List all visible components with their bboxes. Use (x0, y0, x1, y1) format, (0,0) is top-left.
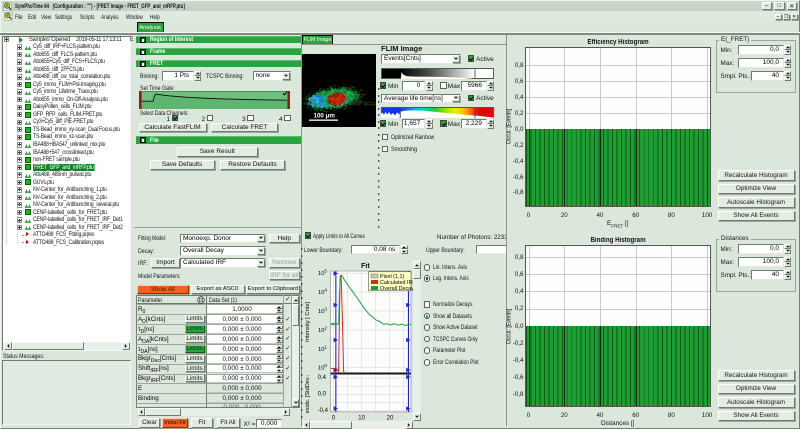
svg-text:3: 3 (325, 307, 328, 312)
svg-text:5: 5 (325, 269, 328, 274)
svg-text:100 μm: 100 μm (314, 112, 336, 119)
svg-text:4: 4 (325, 288, 328, 293)
svg-text:Intensity [ Cnts]: Intensity [ Cnts] (305, 302, 311, 342)
svg-text:0,0: 0,0 (318, 391, 327, 397)
svg-text:1: 1 (325, 344, 328, 349)
svg-text:2: 2 (325, 325, 328, 330)
svg-text:0: 0 (325, 363, 328, 368)
svg-text:Overall Decay: Overall Decay (380, 286, 413, 292)
svg-text:esids. [StdDev.:: esids. [StdDev.: (305, 374, 311, 413)
svg-text:0,4: 0,4 (318, 375, 327, 381)
svg-text:-0,4: -0,4 (318, 408, 329, 414)
